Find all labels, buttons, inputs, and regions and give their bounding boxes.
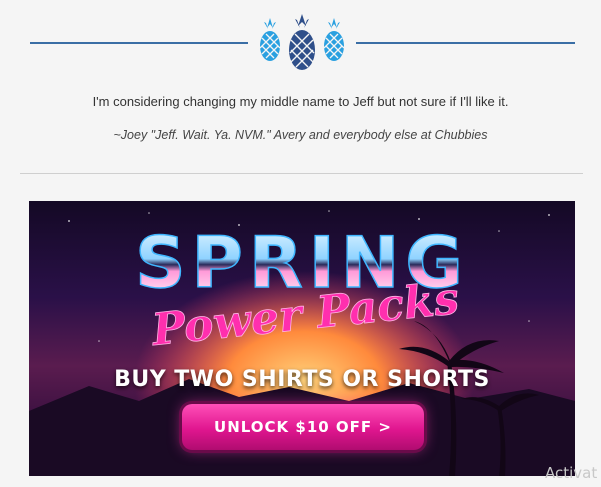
banner-headline: BUY TWO SHIRTS OR SHORTS [114,367,490,392]
section-divider [20,173,583,174]
promo-banner[interactable]: SPRING Power Packs BUY TWO SHIRTS OR SHO… [29,201,575,476]
pineapple-right-icon [323,18,345,61]
header-rule-left [30,42,248,44]
header-divider [0,14,601,74]
pineapple-left-icon [259,18,281,61]
quote-attribution: ~Joey "Jeff. Wait. Ya. NVM." Avery and e… [113,128,488,142]
activation-watermark: Activat [545,464,598,482]
pineapple-middle-icon [289,14,315,70]
unlock-offer-button[interactable]: UNLOCK $10 OFF > [182,404,424,450]
header-rule-right [356,42,575,44]
quote-text: I'm considering changing my middle name … [92,94,509,109]
pineapple-trio-icon [259,14,345,70]
